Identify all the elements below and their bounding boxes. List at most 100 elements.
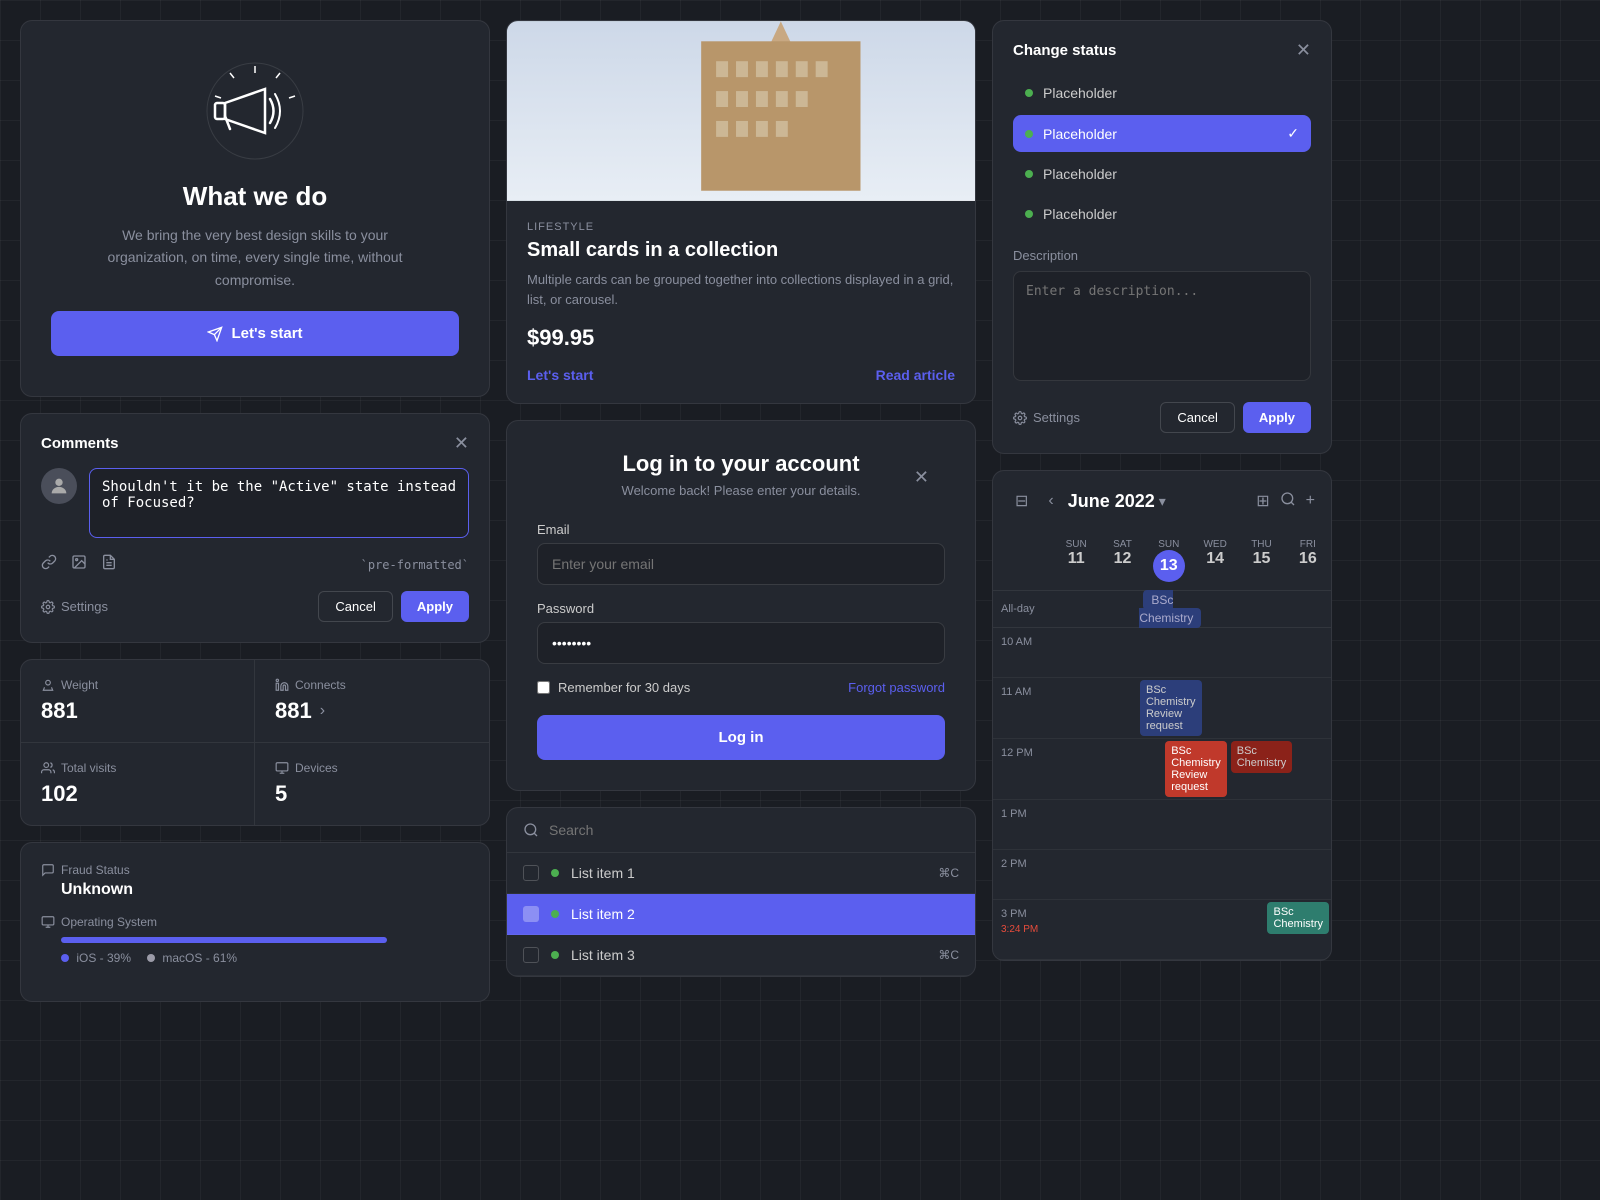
- devices-icon: [275, 761, 289, 775]
- item1-checkbox[interactable]: [523, 865, 539, 881]
- password-input[interactable]: [537, 622, 945, 664]
- option2-dot: [1025, 130, 1033, 138]
- calendar-view-toggle-button[interactable]: ⊞: [1256, 491, 1269, 512]
- calendar-prev-button[interactable]: ‹: [1042, 488, 1059, 514]
- login-close-button[interactable]: ✕: [914, 467, 929, 488]
- fraud-status-row: Fraud Status Unknown: [41, 863, 469, 899]
- format-hint: `pre-formatted`: [361, 558, 469, 572]
- article-image: [507, 21, 975, 201]
- email-input[interactable]: [537, 543, 945, 585]
- email-label: Email: [537, 522, 945, 537]
- calendar-event[interactable]: BSc Chemistry: [1231, 741, 1293, 773]
- time-11am: 11 AM: [993, 678, 1053, 698]
- hero-title: What we do: [183, 181, 327, 212]
- status-option[interactable]: Placeholder: [1013, 196, 1311, 232]
- list-item[interactable]: List item 2: [507, 894, 975, 935]
- cal-row-11am: 11 AM BSc ChemistryReview request: [993, 678, 1331, 739]
- gear-icon: [1013, 411, 1027, 425]
- status-settings-button[interactable]: Settings: [1013, 410, 1080, 425]
- link-icon[interactable]: [41, 554, 57, 575]
- comments-title: Comments: [41, 435, 119, 452]
- status-option[interactable]: Placeholder: [1013, 75, 1311, 111]
- ios-dot: [61, 954, 69, 962]
- option3-dot: [1025, 170, 1033, 178]
- list-item[interactable]: List item 3 ⌘C: [507, 935, 975, 976]
- building-illustration: [507, 21, 975, 201]
- calendar-month-label: June 2022 ▾: [1068, 491, 1166, 512]
- comments-card: Comments ✕ Shouldn't it be the "Active" …: [20, 413, 490, 643]
- list-item[interactable]: List item 1 ⌘C: [507, 853, 975, 894]
- login-button[interactable]: Log in: [537, 715, 945, 760]
- comments-cancel-button[interactable]: Cancel: [318, 591, 392, 622]
- comment-textarea[interactable]: Shouldn't it be the "Active" state inste…: [89, 468, 469, 538]
- document-icon[interactable]: [101, 554, 117, 575]
- current-time-label: 3:24 PM: [1001, 924, 1045, 935]
- item1-status-dot: [551, 869, 559, 877]
- article-card: LIFESTYLE Small cards in a collection Mu…: [506, 20, 976, 404]
- stats-card: Weight 881 Connects 881 ›: [20, 659, 490, 826]
- item1-shortcut: ⌘C: [938, 866, 959, 880]
- hero-description: We bring the very best design skills to …: [105, 224, 405, 291]
- article-title: Small cards in a collection: [527, 239, 955, 262]
- description-textarea[interactable]: [1013, 271, 1311, 381]
- status-options-list: Placeholder Placeholder ✓ Placeholder Pl…: [1013, 75, 1311, 232]
- read-article-button[interactable]: Read article: [876, 367, 955, 383]
- time-10am: 10 AM: [993, 628, 1053, 648]
- change-status-title: Change status: [1013, 42, 1116, 59]
- forgot-password-button[interactable]: Forgot password: [848, 680, 945, 695]
- item2-label: List item 2: [571, 906, 635, 922]
- comments-apply-button[interactable]: Apply: [401, 591, 469, 622]
- calendar-time-grid: 10 AM 11 AM BSc ChemistryReview request …: [993, 628, 1331, 960]
- calendar-event[interactable]: BSc Chemistry: [1267, 902, 1329, 934]
- image-icon[interactable]: [71, 554, 87, 575]
- weight-icon: [41, 678, 55, 692]
- email-field-group: Email: [537, 522, 945, 585]
- calendar-search-button[interactable]: [1280, 491, 1296, 512]
- user-avatar-icon: [48, 475, 70, 497]
- article-price: $99.95: [527, 325, 955, 351]
- weight-stat: Weight 881: [21, 660, 255, 743]
- cal-row-10am: 10 AM: [993, 628, 1331, 678]
- lets-start-button[interactable]: Let's start: [51, 311, 459, 356]
- status-cancel-button[interactable]: Cancel: [1160, 402, 1234, 433]
- calendar-days-header: SUN 11 SAT 12 SUN 13 WED 14 THU 15: [993, 531, 1331, 591]
- calendar-event[interactable]: BSc ChemistryReview request: [1140, 680, 1202, 736]
- article-lets-start-button[interactable]: Let's start: [527, 367, 593, 383]
- calendar-panel-toggle-button[interactable]: ⊟: [1009, 487, 1034, 515]
- comments-settings-button[interactable]: Settings: [41, 599, 108, 614]
- day-sat-12: SAT 12: [1099, 531, 1145, 590]
- login-subtitle: Welcome back! Please enter your details.: [537, 483, 945, 498]
- connects-arrow[interactable]: ›: [320, 702, 325, 720]
- search-card: List item 1 ⌘C List item 2 List item 3 ⌘…: [506, 807, 976, 977]
- item2-checkbox[interactable]: [523, 906, 539, 922]
- comments-close-button[interactable]: ✕: [454, 434, 469, 452]
- gear-icon: [41, 600, 55, 614]
- day-sun-13-today[interactable]: SUN 13: [1146, 531, 1192, 590]
- os-progress-bar: [61, 937, 387, 943]
- calendar-event[interactable]: BSc ChemistryReview request: [1165, 741, 1227, 797]
- item3-checkbox[interactable]: [523, 947, 539, 963]
- search-input[interactable]: [549, 822, 959, 838]
- remember-checkbox[interactable]: [537, 681, 550, 694]
- remember-checkbox-label[interactable]: Remember for 30 days: [537, 680, 690, 695]
- search-icon: [1280, 491, 1296, 507]
- connects-icon: [275, 678, 289, 692]
- day-wed-14: WED 14: [1192, 531, 1238, 590]
- item3-label: List item 3: [571, 947, 635, 963]
- os-icon: [41, 915, 55, 929]
- visits-icon: [41, 761, 55, 775]
- status-option-selected[interactable]: Placeholder ✓: [1013, 115, 1311, 152]
- day-fri-16: FRI 16: [1285, 531, 1331, 590]
- calendar-add-button[interactable]: +: [1306, 491, 1315, 512]
- change-status-card: Change status ✕ Placeholder Placeholder …: [992, 20, 1332, 454]
- status-apply-button[interactable]: Apply: [1243, 402, 1311, 433]
- day-sun-11: SUN 11: [1053, 531, 1099, 590]
- allday-event: BSc Chemistry: [1139, 590, 1201, 628]
- change-status-close-button[interactable]: ✕: [1296, 41, 1311, 59]
- calendar-month-dropdown-button[interactable]: ▾: [1159, 493, 1166, 510]
- connects-stat: Connects 881 ›: [255, 660, 489, 743]
- option1-dot: [1025, 89, 1033, 97]
- article-description: Multiple cards can be grouped together i…: [527, 270, 955, 309]
- status-option[interactable]: Placeholder: [1013, 156, 1311, 192]
- option2-label: Placeholder: [1043, 126, 1117, 142]
